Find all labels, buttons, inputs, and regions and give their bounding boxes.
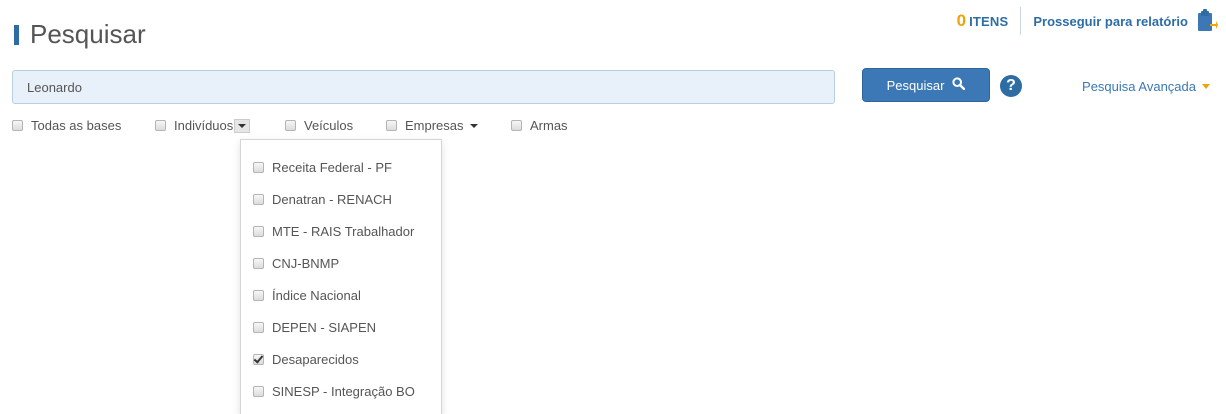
filter-label: Armas — [530, 118, 568, 133]
checkbox[interactable] — [253, 194, 264, 205]
search-page: Pesquisar 0 ITENS Prosseguir para relató… — [0, 0, 1226, 414]
filter-armas[interactable]: Armas — [511, 118, 568, 133]
checkbox[interactable] — [253, 322, 264, 333]
dropdown-item[interactable]: Receita Federal - PF — [253, 160, 392, 175]
checkbox[interactable] — [253, 226, 264, 237]
filter-veiculos[interactable]: Veículos — [285, 118, 353, 133]
checkbox[interactable] — [12, 120, 23, 131]
dropdown-item-label: Receita Federal - PF — [272, 160, 392, 175]
search-button-label: Pesquisar — [886, 77, 945, 93]
checkbox[interactable] — [253, 162, 264, 173]
dropdown-item-label: Desaparecidos — [272, 352, 359, 367]
filter-label: Todas as bases — [31, 118, 122, 133]
filter-label: Indivíduos — [174, 118, 234, 133]
items-label[interactable]: ITENS — [969, 14, 1008, 29]
dropdown-item-label: MTE - RAIS Trabalhador — [272, 224, 415, 239]
page-title: Pesquisar — [30, 19, 146, 49]
advanced-search-link[interactable]: Pesquisa Avançada — [1082, 79, 1210, 94]
help-icon[interactable]: ? — [1000, 75, 1022, 97]
report-link[interactable]: Prosseguir para relatório — [1033, 14, 1188, 29]
dropdown-item-label: CNJ-BNMP — [272, 256, 340, 271]
divider — [1020, 7, 1022, 35]
filter-label: Veículos — [304, 118, 354, 133]
dropdown-item[interactable]: MTE - RAIS Trabalhador — [253, 224, 414, 239]
checkbox[interactable] — [253, 290, 264, 301]
checkbox[interactable] — [386, 120, 397, 131]
search-input[interactable] — [12, 70, 835, 104]
top-right-bar: 0 ITENS Prosseguir para relatório — [957, 6, 1218, 36]
checkbox[interactable] — [155, 120, 166, 131]
filter-label: Empresas — [405, 118, 464, 133]
checkbox[interactable] — [253, 386, 264, 397]
filter-empresas[interactable]: Empresas — [386, 118, 478, 133]
individuos-dropdown-menu: Receita Federal - PF Denatran - RENACH M… — [240, 139, 442, 414]
dropdown-item[interactable]: SINESP - Integração BO — [253, 384, 415, 399]
filter-all-bases[interactable]: Todas as bases — [12, 118, 121, 133]
individuos-dropdown-toggle[interactable] — [234, 118, 251, 133]
search-button[interactable]: Pesquisar — [862, 68, 990, 102]
dropdown-item[interactable]: Denatran - RENACH — [253, 192, 392, 207]
items-count[interactable]: 0 — [957, 11, 966, 31]
checkbox[interactable] — [253, 258, 264, 269]
dropdown-item-label: SINESP - Integração BO — [272, 384, 415, 399]
dropdown-item[interactable]: DEPEN - SIAPEN — [253, 320, 376, 335]
dropdown-item-label: Denatran - RENACH — [272, 192, 392, 207]
filter-individuos[interactable]: Indivíduos — [155, 118, 251, 133]
clipboard-icon[interactable] — [1196, 9, 1218, 33]
caret-down-icon — [1202, 84, 1210, 89]
advanced-search-label: Pesquisa Avançada — [1082, 79, 1196, 94]
dropdown-item[interactable]: CNJ-BNMP — [253, 256, 339, 271]
search-icon — [952, 77, 966, 93]
caret-down-icon[interactable] — [469, 123, 478, 128]
dropdown-item-label: Índice Nacional — [272, 288, 361, 303]
caret-down-icon — [238, 123, 247, 128]
title-accent-bar — [14, 25, 19, 45]
checkbox[interactable] — [511, 120, 522, 131]
checkbox[interactable] — [285, 120, 296, 131]
dropdown-item-label: DEPEN - SIAPEN — [272, 320, 377, 335]
dropdown-item[interactable]: Índice Nacional — [253, 288, 361, 303]
checkbox-checked[interactable] — [253, 354, 264, 365]
dropdown-item[interactable]: Desaparecidos — [253, 352, 359, 367]
